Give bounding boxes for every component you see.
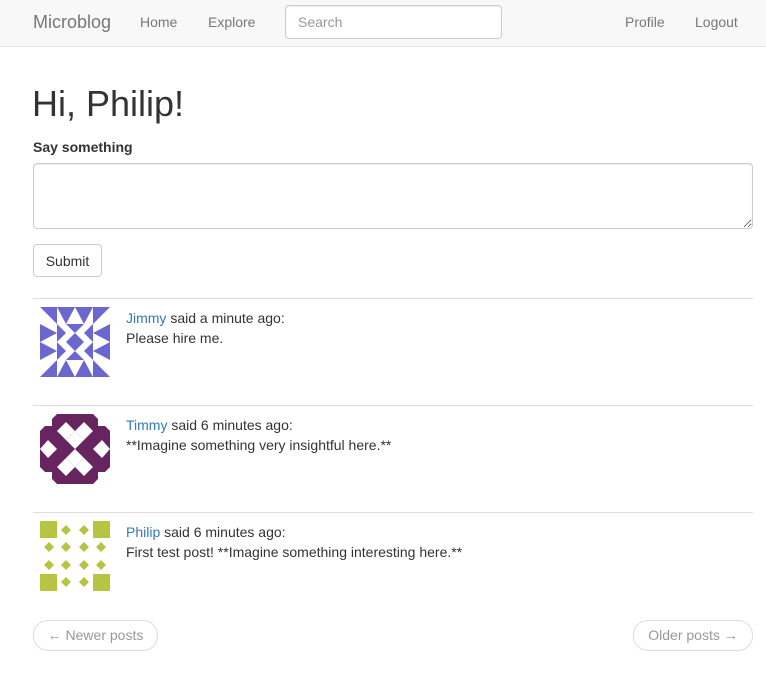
post-meta: said 6 minutes ago: <box>160 524 286 540</box>
nav-logout-link[interactable]: Logout <box>695 14 738 30</box>
search-input[interactable] <box>285 5 502 39</box>
nav-explore-link[interactable]: Explore <box>208 14 255 30</box>
post-content: Philip said 6 minutes ago: First test po… <box>126 522 462 562</box>
post-content: Timmy said 6 minutes ago: **Imagine some… <box>126 415 391 455</box>
post-text: First test post! **Imagine something int… <box>126 544 463 560</box>
navbar: Microblog Home Explore Profile Logout <box>0 0 766 47</box>
post-author-link[interactable]: Timmy <box>126 417 167 433</box>
post-meta: said 6 minutes ago: <box>167 417 293 433</box>
page-title: Hi, Philip! <box>32 83 185 124</box>
avatar-timmy[interactable] <box>40 414 110 484</box>
submit-button[interactable]: Submit <box>33 244 102 277</box>
avatar-jimmy[interactable] <box>40 307 110 377</box>
post-textarea[interactable] <box>33 163 753 229</box>
post-content: Jimmy said a minute ago: Please hire me. <box>126 308 285 348</box>
post-item: Philip said 6 minutes ago: First test po… <box>33 512 753 619</box>
nav-profile-link[interactable]: Profile <box>625 14 665 30</box>
post-text: Please hire me. <box>126 330 224 346</box>
newer-posts-link[interactable]: ← Newer posts <box>33 620 158 651</box>
brand-link[interactable]: Microblog <box>33 12 111 33</box>
post-author-link[interactable]: Jimmy <box>126 310 166 326</box>
post-text: **Imagine something very insightful here… <box>126 437 392 453</box>
avatar-pattern <box>40 521 110 591</box>
nav-home-link[interactable]: Home <box>140 14 177 30</box>
post-author-link[interactable]: Philip <box>126 524 160 540</box>
post-item: Jimmy said a minute ago: Please hire me. <box>33 298 753 405</box>
avatar-philip[interactable] <box>40 521 110 591</box>
post-item: Timmy said 6 minutes ago: **Imagine some… <box>33 405 753 512</box>
post-meta: said a minute ago: <box>166 310 285 326</box>
older-posts-link[interactable]: Older posts → <box>633 620 753 651</box>
avatar-pattern <box>40 307 110 377</box>
post-form-label: Say something <box>33 139 133 155</box>
